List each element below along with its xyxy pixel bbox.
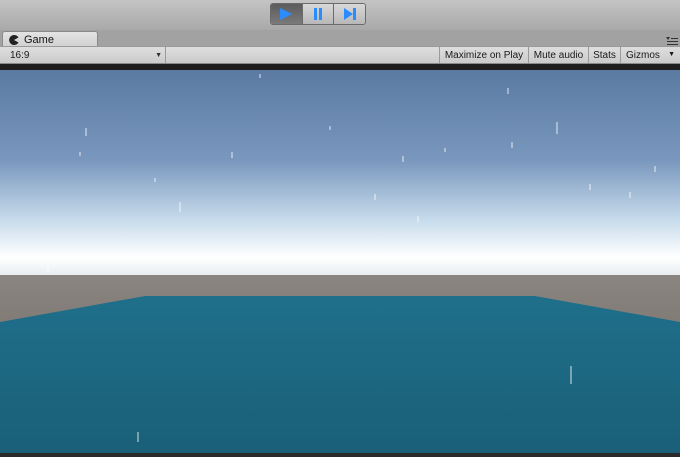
dropdown-caret-icon: ▼ — [155, 52, 162, 59]
gizmos-dropdown[interactable]: Gizmos ▼ — [620, 47, 680, 63]
mute-audio-label: Mute audio — [533, 49, 584, 61]
pane-menu-icon[interactable] — [666, 36, 678, 46]
dropdown-caret-icon: ▼ — [668, 51, 675, 58]
play-icon — [280, 8, 293, 20]
play-button[interactable] — [271, 4, 303, 24]
game-view-toolbar: 16:9 ▼ Maximize on Play Mute audio Stats… — [0, 46, 680, 64]
aspect-dropdown[interactable]: 16:9 ▼ — [4, 47, 166, 63]
step-button[interactable] — [334, 4, 365, 24]
pacman-icon — [9, 34, 19, 45]
tab-strip: Game — [0, 30, 680, 47]
game-viewport[interactable] — [0, 70, 680, 453]
tab-game[interactable]: Game — [2, 31, 98, 47]
maximize-on-play-label: Maximize on Play — [444, 49, 524, 61]
main-toolbar — [0, 0, 680, 30]
stats-label: Stats — [593, 49, 616, 61]
pause-button[interactable] — [302, 4, 335, 24]
mute-audio-toggle[interactable]: Mute audio — [528, 47, 588, 63]
water-surface — [0, 296, 680, 453]
viewport-bottom-border — [0, 453, 680, 457]
pause-icon — [314, 8, 322, 20]
maximize-on-play-toggle[interactable]: Maximize on Play — [439, 47, 528, 63]
gizmos-label: Gizmos — [626, 49, 660, 61]
step-icon — [343, 8, 356, 20]
tab-game-label: Game — [24, 33, 54, 46]
unity-editor-window: Game 16:9 ▼ Maximize on Play Mute audio … — [0, 0, 680, 457]
playback-controls — [270, 3, 366, 25]
stats-toggle[interactable]: Stats — [588, 47, 620, 63]
scene-render — [0, 70, 680, 453]
aspect-value: 16:9 — [10, 49, 30, 61]
